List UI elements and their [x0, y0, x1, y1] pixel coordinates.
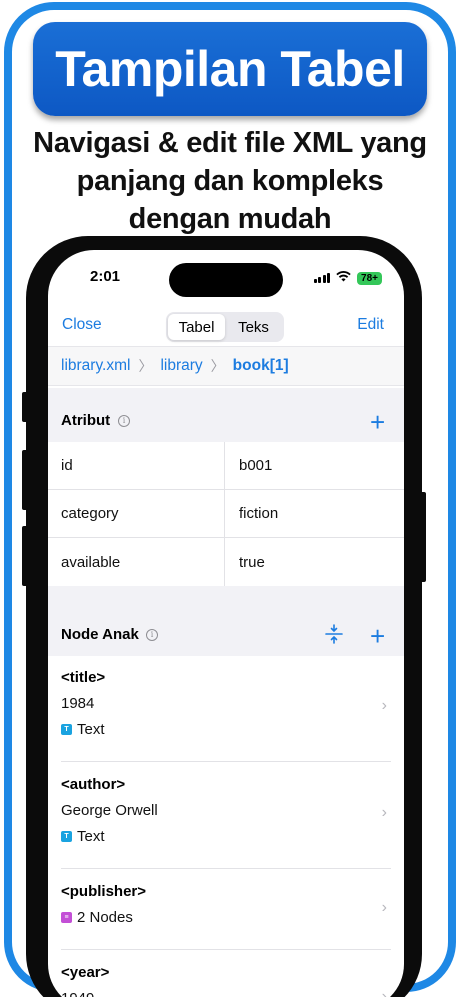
battery-indicator: 78+: [357, 271, 382, 285]
chevron-right-icon: ›: [381, 899, 387, 916]
phone-button: [420, 492, 426, 582]
attribute-key[interactable]: available: [48, 538, 225, 586]
info-icon[interactable]: i: [146, 629, 158, 641]
status-time: 2:01: [90, 268, 121, 285]
table-row[interactable]: available true: [48, 538, 404, 586]
chevron-right-icon: ›: [381, 988, 387, 997]
attribute-value[interactable]: fiction: [225, 490, 278, 537]
node-tag: <author>: [61, 776, 126, 793]
child-nodes-section-header: Node Anak i +: [48, 586, 404, 656]
promo-subtitle: Navigasi & edit file XML yang panjang da…: [12, 124, 448, 238]
subtitle-line-3: dengan mudah: [128, 203, 332, 235]
list-item[interactable]: <publisher> ≡ 2 Nodes ›: [61, 869, 391, 950]
phone-button: [22, 450, 28, 510]
banner-title: Tampilan Tabel: [55, 41, 405, 97]
tab-tabel[interactable]: Tabel: [168, 314, 225, 340]
attribute-key[interactable]: id: [48, 442, 225, 489]
node-type-label: Text: [77, 721, 105, 738]
breadcrumb: library.xml 〉 library 〉 book[1]: [48, 346, 404, 386]
info-icon[interactable]: i: [118, 415, 130, 427]
node-value: 1949: [61, 990, 94, 997]
navigation-bar: Close Tabel Teks Edit: [48, 304, 404, 346]
subtitle-line-1: Navigasi & edit file XML yang: [33, 127, 427, 159]
attributes-section-header: Atribut i +: [48, 388, 404, 442]
node-type: T Text: [61, 721, 105, 738]
promo-banner: Tampilan Tabel: [33, 22, 427, 116]
phone-screen: 2:01 78+ Close Tabel Teks Edit library.x…: [48, 250, 404, 997]
breadcrumb-item-current[interactable]: book[1]: [233, 357, 289, 375]
add-attribute-icon[interactable]: +: [370, 409, 385, 435]
node-value: George Orwell: [61, 802, 158, 819]
node-type: ≡ 2 Nodes: [61, 909, 133, 926]
node-value: 1984: [61, 695, 95, 712]
breadcrumb-separator-icon: 〉: [210, 358, 225, 374]
phone-device: 2:01 78+ Close Tabel Teks Edit library.x…: [22, 236, 426, 997]
node-type-label: Text: [77, 828, 105, 845]
attribute-key[interactable]: category: [48, 490, 225, 537]
phone-button: [22, 526, 28, 586]
breadcrumb-separator-icon: 〉: [138, 358, 153, 374]
attribute-value[interactable]: true: [225, 538, 265, 586]
list-item[interactable]: <year> 1949 ›: [61, 950, 391, 997]
table-row[interactable]: id b001: [48, 442, 404, 490]
close-button[interactable]: Close: [62, 316, 102, 334]
edit-button[interactable]: Edit: [357, 316, 384, 334]
dynamic-island: [169, 263, 283, 297]
signal-icon: [313, 273, 331, 283]
attributes-table: id b001 category fiction available true: [48, 442, 404, 586]
breadcrumb-item-library[interactable]: library: [160, 357, 202, 375]
phone-button: [22, 392, 28, 422]
child-nodes-title: Node Anak: [61, 626, 139, 643]
nodes-type-icon: ≡: [61, 912, 72, 923]
node-type: T Text: [61, 828, 105, 845]
breadcrumb-item-file[interactable]: library.xml: [61, 357, 130, 375]
collapse-all-icon[interactable]: [324, 624, 344, 647]
list-item[interactable]: <title> 1984 T Text ›: [61, 655, 391, 762]
list-item[interactable]: <author> George Orwell T Text ›: [61, 762, 391, 869]
subtitle-line-2: panjang dan kompleks: [76, 165, 384, 197]
chevron-right-icon: ›: [381, 697, 387, 714]
status-icons: 78+: [313, 269, 382, 287]
tab-teks[interactable]: Teks: [225, 314, 282, 340]
node-tag: <publisher>: [61, 883, 147, 900]
text-type-icon: T: [61, 831, 72, 842]
wifi-icon: [336, 269, 351, 287]
attribute-value[interactable]: b001: [225, 442, 272, 489]
child-nodes-list: <title> 1984 T Text › <author> George Or…: [48, 655, 404, 997]
node-type-label: 2 Nodes: [77, 909, 133, 926]
table-row[interactable]: category fiction: [48, 490, 404, 538]
node-tag: <title>: [61, 669, 106, 686]
add-child-node-icon[interactable]: +: [370, 623, 385, 649]
chevron-right-icon: ›: [381, 804, 387, 821]
text-type-icon: T: [61, 724, 72, 735]
attributes-title: Atribut: [61, 412, 111, 429]
node-tag: <year>: [61, 964, 110, 981]
view-mode-segmented-control: Tabel Teks: [166, 312, 284, 342]
